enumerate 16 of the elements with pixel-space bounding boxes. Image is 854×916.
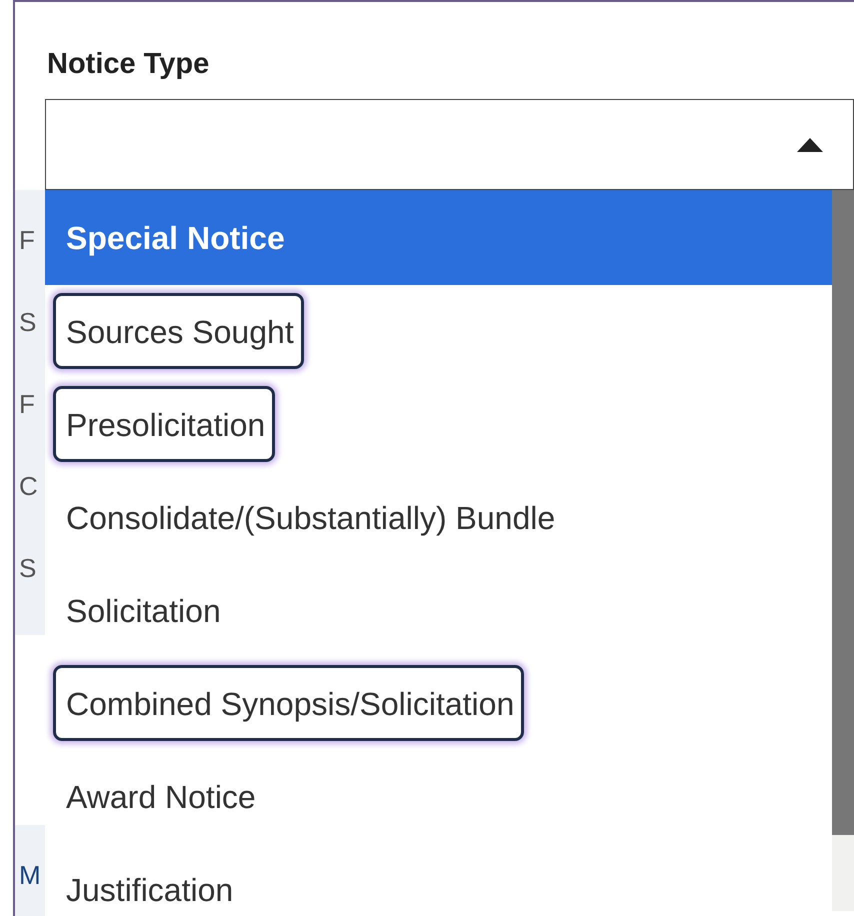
dropdown-option[interactable]: Sources Sought xyxy=(45,285,832,378)
label-text: F xyxy=(18,388,36,421)
select-field[interactable] xyxy=(45,99,854,190)
dropdown-option[interactable]: Special Notice xyxy=(45,190,832,285)
dropdown-option[interactable]: Presolicitation xyxy=(45,378,832,471)
dropdown-option[interactable]: Consolidate/(Substantially) Bundle xyxy=(45,471,832,564)
field-label: Notice Type xyxy=(47,47,210,82)
dropdown-option[interactable]: Award Notice xyxy=(45,750,832,843)
dropdown-option[interactable]: Solicitation xyxy=(45,564,832,657)
label-text: S xyxy=(18,306,38,339)
label-text: S xyxy=(18,552,38,585)
label-text: C xyxy=(18,470,39,503)
caret-icon xyxy=(797,138,823,152)
label-text: F xyxy=(18,224,36,257)
dropdown-option[interactable]: Combined Synopsis/Solicitation xyxy=(45,657,832,750)
dropdown-option[interactable]: Justification xyxy=(45,843,832,916)
